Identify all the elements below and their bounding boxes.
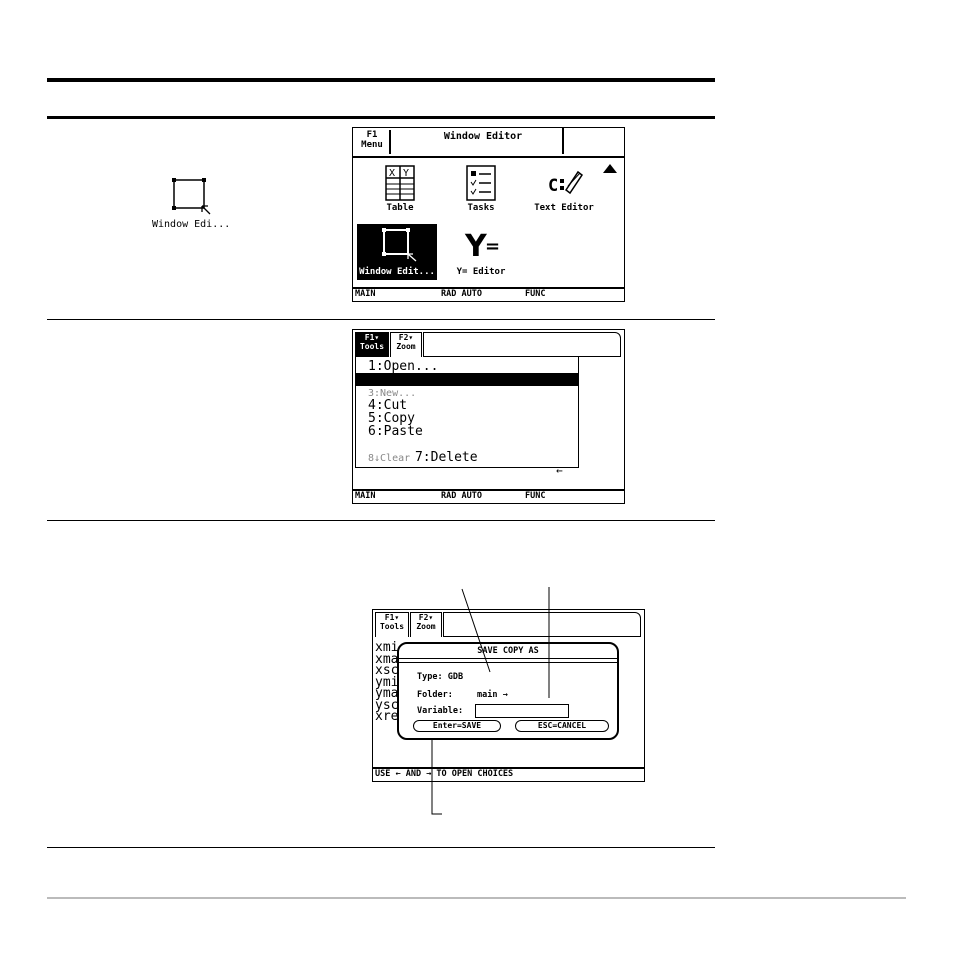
callout-line-buttons [431, 740, 442, 815]
callout-lines [431, 587, 550, 815]
callout-line-type [461, 588, 491, 673]
